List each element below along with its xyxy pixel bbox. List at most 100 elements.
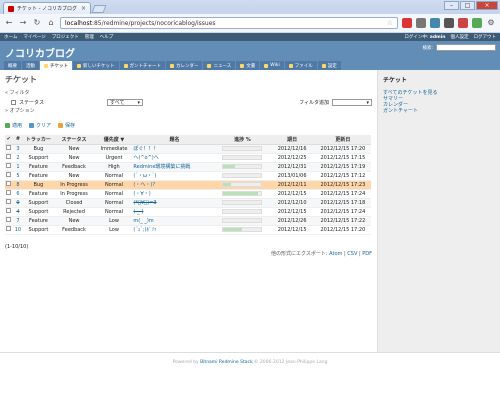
column-header[interactable]: 優先度 ▼ [94,135,134,145]
top-menu-item[interactable]: 管理 [85,34,94,40]
options-legend[interactable]: » オプション [5,107,372,114]
issue-subject[interactable]: ぽぐ！！！ [133,144,216,154]
issue-id[interactable]: 3 [12,144,24,154]
tab-menu-item[interactable]: ニュース [203,61,236,70]
issue-subject[interactable]: (・ヘ・)? [133,180,216,190]
table-row[interactable]: 3 Bug New Immediate ぽぐ！！！ 2012/12/16 2012/12/1… [5,144,371,154]
row-checkbox[interactable] [5,198,13,208]
column-header[interactable]: 進捗 % [215,135,270,145]
table-row[interactable]: 5 Feature New Normal (´・ω・`) 2013/01/06 2012/1… [5,171,371,181]
tab-menu-item[interactable]: 新しいチケット [73,61,119,70]
row-checkbox[interactable] [5,162,13,172]
issue-subject[interactable]: (-_-) [133,207,216,217]
issue-id[interactable]: 2 [12,153,24,163]
top-menu-item[interactable]: マイページ [23,34,45,40]
footer-link[interactable]: Bitnami Redmine Stack [200,360,252,365]
clear-button[interactable]: クリア [29,122,51,129]
column-header[interactable]: 期日 [269,135,315,145]
table-row[interactable]: 7 Feature New Low m(_ _)m 2012/12/26 2012/12/1… [5,216,371,226]
close-tab-icon[interactable]: × [81,5,86,12]
maximize-icon[interactable]: □ [460,1,475,10]
column-header[interactable]: 題名 [133,135,216,145]
tab-menu-item[interactable]: 文書 [236,61,260,70]
row-checkbox[interactable] [5,189,13,199]
issue-id[interactable]: 1 [12,162,24,172]
issue-subject[interactable]: Redmine環境構築に挑戦 [133,162,216,172]
forward-icon[interactable]: → [18,18,28,28]
home-icon[interactable]: ⌂ [46,18,56,28]
row-checkbox[interactable] [5,225,13,235]
issue-subject[interactable]: (・∀・) [133,189,216,199]
column-header[interactable]: 更新日 [314,135,371,145]
tab-menu-item[interactable]: 活動 [22,61,39,70]
column-header[interactable]: トラッカー [23,135,54,145]
export-csv-link[interactable]: CSV [347,251,357,257]
extension-icon[interactable] [444,18,454,28]
tab-menu-item[interactable]: カレンダー [165,61,203,70]
table-row[interactable]: 10 Support Feedback Low (´ｪ`;)ﾎﾞｿｯ 2012/12/15… [5,225,371,235]
column-header[interactable]: ステータス [53,135,95,145]
issue-id[interactable]: 9 [12,198,24,208]
issue-id[interactable]: 8 [12,180,24,190]
extension-icon[interactable] [472,18,482,28]
new-tab-button[interactable] [91,5,107,13]
bookmark-star-icon[interactable]: ☆ [387,19,393,27]
tab-menu-item[interactable]: 設定 [317,61,341,70]
table-row[interactable]: 2 Support New Urgent ヘ(^o^)ヘ 2012/12/25 2012/1… [5,153,371,163]
filter-legend[interactable]: « フィルタ [5,89,372,96]
issue-subject[interactable]: (´・ω・`) [133,171,216,181]
issue-id[interactable]: 7 [12,216,24,226]
sidebar-link-gantt[interactable]: ガントチャート [383,108,495,114]
tab-menu-item[interactable]: チケット [40,61,72,70]
issue-subject[interactable]: m(_ _)m [133,216,216,226]
apply-button[interactable]: 適用 [5,122,22,129]
wrench-icon[interactable]: ⚙ [486,18,496,28]
top-menu-item[interactable]: ホーム [4,34,17,40]
row-checkbox[interactable] [5,216,13,226]
issue-id[interactable]: 5 [12,171,24,181]
logout-link[interactable]: ログアウト [474,34,497,40]
issue-subject[interactable]: (´ｪ`;)ﾎﾞｿｯ [133,225,216,235]
address-bar[interactable]: localhost:85/redmine/projects/nocoricabl… [60,17,398,29]
extension-icon[interactable] [416,18,426,28]
tab-menu-item[interactable]: Wiki [260,61,284,70]
filter-status-select[interactable]: すべて ▾ [107,99,143,106]
filter-status-checkbox[interactable] [11,100,16,105]
issue-id[interactable]: 10 [12,225,24,235]
column-header[interactable]: # [12,135,24,145]
export-pdf-link[interactable]: PDF [362,251,372,257]
my-account-link[interactable]: 個人設定 [451,34,469,40]
issue-id[interactable]: 6 [12,189,24,199]
issue-id[interactable]: 4 [12,207,24,217]
select-all-checkbox[interactable]: ✔ [5,135,13,145]
table-row[interactable]: 1 Feature Feedback High Redmine環境構築に挑戦 2012/1… [5,162,371,172]
tab-menu-item[interactable]: ガントチャート [119,61,165,70]
back-icon[interactable]: ← [4,18,14,28]
browser-tab[interactable]: チケット - ノコリカブログ - Redmine × [3,2,91,14]
issue-subject[interactable]: ヘ(^o^)ヘ [133,153,216,163]
row-checkbox[interactable] [5,207,13,217]
save-button[interactable]: 保存 [58,122,75,129]
tab-menu-item[interactable]: ファイル [284,61,317,70]
top-menu-item[interactable]: ヘルプ [100,34,114,40]
top-menu-item[interactable]: プロジェクト [52,34,79,40]
table-row[interactable]: 9 Support Closed Normal (*ﾟ∀ﾟ)=3 2012/12/10 20… [5,198,371,208]
row-checkbox[interactable] [5,144,13,154]
close-window-icon[interactable]: × [476,1,498,10]
row-checkbox[interactable] [5,180,13,190]
row-checkbox[interactable] [5,171,13,181]
reload-icon[interactable]: ↻ [32,18,42,28]
extension-icon[interactable] [430,18,440,28]
add-filter-select[interactable]: ▾ [332,99,372,106]
row-checkbox[interactable] [5,153,13,163]
issue-subject[interactable]: (*ﾟ∀ﾟ)=3 [133,198,216,208]
table-row[interactable]: 4 Support Rejected Normal (-_-) 2012/12/15 201… [5,207,371,217]
tab-menu-item[interactable]: 概要 [4,61,21,70]
logged-user[interactable]: admin [430,35,446,40]
search-input[interactable] [436,44,496,51]
minimize-icon[interactable]: – [444,1,459,10]
table-row[interactable]: 6 Feature In Progress Normal (・∀・) 2012/12/15… [5,189,371,199]
table-row[interactable]: 8 Bug In Progress Normal (・ヘ・)? 2012/12/11 201… [5,180,371,190]
extension-icon[interactable] [458,18,468,28]
extension-icon[interactable] [402,18,412,28]
